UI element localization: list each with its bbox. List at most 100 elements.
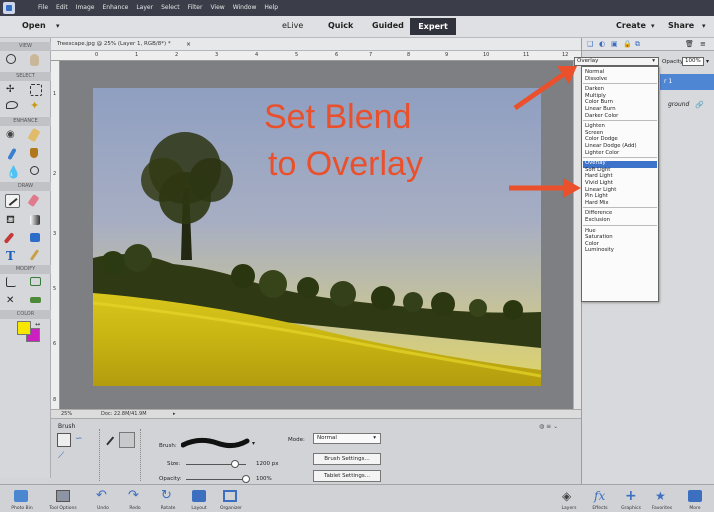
- opacity-dropdown-icon[interactable]: ▾: [706, 58, 709, 65]
- gradient-tool-icon[interactable]: [30, 215, 40, 225]
- blend-option-normal[interactable]: Normal: [585, 69, 604, 75]
- blend-option-dissolve[interactable]: Dissolve: [585, 76, 607, 82]
- tab-expert[interactable]: Expert: [410, 18, 456, 35]
- organizer-icon[interactable]: [223, 490, 237, 502]
- help-icon[interactable]: ◍ ≡ ⌄: [539, 423, 558, 430]
- opacity-value[interactable]: 100%: [256, 476, 272, 482]
- blend-option-hard-light[interactable]: Hard Light: [585, 173, 613, 179]
- open-dropdown-icon[interactable]: ▾: [56, 22, 60, 30]
- blend-option-difference[interactable]: Difference: [585, 210, 612, 216]
- lasso-tool-icon[interactable]: [6, 101, 18, 109]
- blur-tool-icon[interactable]: 💧: [6, 166, 21, 178]
- color-replacement-icon[interactable]: ⟋: [58, 451, 64, 461]
- tool-options-icon[interactable]: [56, 490, 70, 502]
- new-layer-icon[interactable]: ❑: [587, 40, 593, 48]
- graphics-label[interactable]: Graphics: [615, 506, 647, 511]
- brush-dropdown-icon[interactable]: ▾: [252, 440, 255, 447]
- menu-layer[interactable]: Layer: [136, 4, 153, 11]
- brush-tool-active[interactable]: [5, 194, 20, 208]
- paint-bucket-tool-icon[interactable]: ⛾: [6, 214, 18, 226]
- adjustment-layer-icon[interactable]: ◐: [599, 40, 605, 48]
- menu-view[interactable]: View: [210, 4, 224, 11]
- menu-filter[interactable]: Filter: [188, 4, 203, 11]
- recompose-tool-icon[interactable]: [30, 277, 41, 286]
- layers-label[interactable]: Layers: [554, 506, 584, 511]
- graphics-icon[interactable]: +: [625, 489, 639, 503]
- menu-edit[interactable]: Edit: [56, 4, 68, 11]
- more-label[interactable]: More: [680, 506, 710, 511]
- delete-layer-icon[interactable]: 🗑: [685, 40, 694, 48]
- move-tool-icon[interactable]: ✢: [6, 84, 18, 96]
- link-icon[interactable]: ⧉: [635, 40, 640, 49]
- status-arrow-icon[interactable]: ▸: [173, 411, 176, 417]
- menu-image[interactable]: Image: [76, 4, 95, 11]
- blend-option-lighten[interactable]: Lighten: [585, 123, 605, 129]
- organizer-label[interactable]: Organizer: [210, 506, 252, 511]
- zoom-level[interactable]: 25%: [61, 411, 72, 417]
- blend-option-pin-light[interactable]: Pin Light: [585, 193, 608, 199]
- blend-option-multiply[interactable]: Multiply: [585, 93, 606, 99]
- airbrush-toggle[interactable]: [119, 432, 135, 448]
- blend-option-overlay[interactable]: Overlay: [585, 160, 606, 166]
- tab-guided[interactable]: Guided: [372, 21, 404, 30]
- zoom-tool-icon[interactable]: [6, 54, 16, 64]
- mask-icon[interactable]: ▣: [611, 40, 618, 48]
- layer-opacity-field[interactable]: 100%: [682, 57, 704, 66]
- opacity-slider-thumb[interactable]: [242, 475, 250, 483]
- size-slider-thumb[interactable]: [231, 460, 240, 468]
- rotate-label[interactable]: Rotate: [150, 506, 186, 511]
- brush-preset-preview[interactable]: [181, 433, 251, 453]
- layout-icon[interactable]: [192, 490, 206, 502]
- layer-row-selected[interactable]: r 1: [660, 74, 714, 90]
- blend-option-saturation[interactable]: Saturation: [585, 234, 613, 240]
- smart-brush-tool-icon[interactable]: [7, 147, 17, 161]
- favorites-label[interactable]: Favorites: [645, 506, 679, 511]
- mode-select[interactable]: Normal ▾: [313, 433, 381, 444]
- menu-file[interactable]: File: [38, 4, 48, 11]
- blend-option-color[interactable]: Color: [585, 241, 599, 247]
- opacity-slider[interactable]: [186, 479, 246, 480]
- type-tool-icon[interactable]: T: [6, 250, 18, 262]
- hand-tool-icon[interactable]: [30, 54, 39, 66]
- rotate-icon[interactable]: ↻: [161, 489, 175, 502]
- tab-quick[interactable]: Quick: [328, 21, 353, 30]
- favorites-icon[interactable]: ★: [655, 490, 669, 502]
- tool-options-label[interactable]: Tool Options: [42, 506, 84, 511]
- marquee-tool-icon[interactable]: [30, 84, 42, 96]
- blend-option-linear-dodge-add[interactable]: Linear Dodge (Add): [585, 143, 637, 149]
- blend-option-linear-burn[interactable]: Linear Burn: [585, 106, 616, 112]
- blend-option-vivid-light[interactable]: Vivid Light: [585, 180, 613, 186]
- blend-option-soft-light[interactable]: Soft Light: [585, 167, 610, 173]
- blend-option-hard-mix[interactable]: Hard Mix: [585, 200, 609, 206]
- effects-label[interactable]: Effects: [585, 506, 615, 511]
- share-dropdown-icon[interactable]: ▾: [702, 22, 706, 30]
- blend-mode-select[interactable]: Overlay ▾: [574, 57, 659, 66]
- photo-bin-label[interactable]: Photo Bin: [2, 506, 42, 511]
- size-value[interactable]: 1200 px: [256, 461, 279, 467]
- sponge-tool-icon[interactable]: [30, 166, 39, 175]
- blend-option-darken[interactable]: Darken: [585, 86, 604, 92]
- menu-window[interactable]: Window: [233, 4, 257, 11]
- quick-selection-tool-icon[interactable]: ✦: [30, 100, 42, 112]
- blend-option-lighter-color[interactable]: Lighter Color: [585, 150, 619, 156]
- color-picker-tool-icon[interactable]: [3, 232, 15, 244]
- close-tab-icon[interactable]: ×: [186, 41, 191, 48]
- blend-option-exclusion[interactable]: Exclusion: [585, 217, 610, 223]
- straighten-tool-icon[interactable]: [30, 297, 41, 303]
- crop-tool-icon[interactable]: [6, 277, 16, 287]
- tab-elive[interactable]: eLive: [282, 21, 303, 30]
- effects-icon[interactable]: fx: [594, 490, 608, 502]
- foreground-color-swatch[interactable]: [17, 321, 31, 335]
- tablet-settings-button[interactable]: Tablet Settings...: [313, 470, 381, 482]
- open-button[interactable]: Open: [22, 21, 46, 30]
- document-tab[interactable]: Treescape.jpg @ 25% (Layer 1, RGB/8*) *: [57, 41, 171, 47]
- blend-option-hue[interactable]: Hue: [585, 228, 596, 234]
- blend-option-linear-light[interactable]: Linear Light: [585, 187, 616, 193]
- eraser-tool-icon[interactable]: [27, 193, 40, 208]
- shape-tool-icon[interactable]: [30, 233, 40, 242]
- pencil-tool-icon[interactable]: [29, 249, 40, 261]
- more-icon[interactable]: [688, 490, 702, 502]
- blend-option-color-dodge[interactable]: Color Dodge: [585, 136, 618, 142]
- blend-option-darker-color[interactable]: Darker Color: [585, 113, 618, 119]
- redo-icon[interactable]: ↷: [128, 489, 142, 502]
